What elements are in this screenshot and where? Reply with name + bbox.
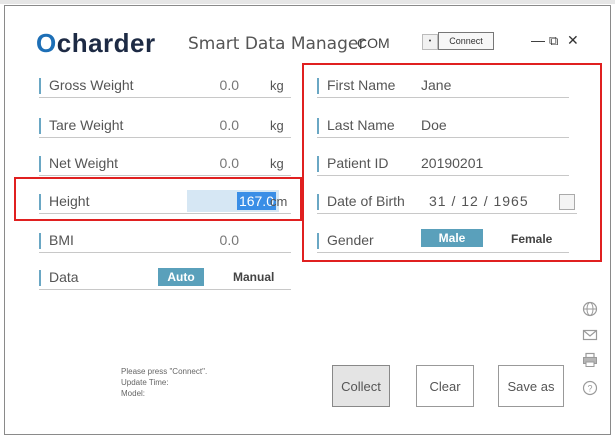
- gross-weight-row: Gross Weight 0.0 kg: [39, 74, 291, 98]
- row-accent-bar: [39, 233, 41, 249]
- row-accent-bar: [39, 118, 41, 134]
- save-as-button[interactable]: Save as: [498, 365, 564, 407]
- logo-text: charder: [56, 28, 156, 58]
- status-line-connect: Please press "Connect".: [121, 367, 208, 376]
- globe-icon[interactable]: [582, 301, 598, 317]
- bmi-value: 0.0: [219, 232, 239, 248]
- data-mode-label: Data: [49, 269, 79, 285]
- tare-weight-label: Tare Weight: [49, 117, 124, 133]
- collect-button[interactable]: Collect: [332, 365, 390, 407]
- connect-button[interactable]: Connect: [438, 32, 494, 50]
- close-button[interactable]: ✕: [567, 32, 579, 49]
- printer-icon[interactable]: [582, 352, 598, 368]
- tare-weight-row: Tare Weight 0.0 kg: [39, 114, 291, 138]
- status-line-update-time: Update Time:: [121, 378, 169, 387]
- restore-button[interactable]: ⧉: [549, 33, 558, 49]
- gross-weight-unit: kg: [270, 78, 284, 93]
- mail-icon[interactable]: [582, 327, 598, 343]
- auto-toggle[interactable]: Auto: [158, 268, 204, 286]
- charder-logo: Ocharder: [36, 29, 156, 57]
- gross-weight-value: 0.0: [219, 77, 239, 93]
- net-weight-value: 0.0: [219, 155, 239, 171]
- status-line-model: Model:: [121, 389, 146, 398]
- logo-o: O: [36, 28, 57, 58]
- clear-button[interactable]: Clear: [416, 365, 474, 407]
- row-accent-bar: [39, 270, 41, 286]
- svg-text:?: ?: [587, 384, 592, 394]
- patient-info-highlight-box: [302, 63, 602, 262]
- bmi-row: BMI 0.0: [39, 229, 291, 253]
- app-title: Smart Data Manager: [188, 34, 366, 54]
- window-top-strip: [0, 0, 615, 4]
- bmi-label: BMI: [49, 232, 74, 248]
- net-weight-row: Net Weight 0.0 kg: [39, 152, 291, 176]
- height-highlight-box: [14, 177, 302, 221]
- com-port-dropdown[interactable]: •: [422, 34, 438, 50]
- tare-weight-value: 0.0: [219, 117, 239, 133]
- status-text: Please press "Connect". Update Time: Mod…: [121, 366, 207, 399]
- tare-weight-unit: kg: [270, 118, 284, 133]
- row-accent-bar: [39, 156, 41, 172]
- help-icon[interactable]: ?: [582, 380, 598, 396]
- com-port-label: COM: [357, 35, 390, 51]
- manual-toggle[interactable]: Manual: [233, 270, 274, 284]
- net-weight-label: Net Weight: [49, 155, 118, 171]
- minimize-button[interactable]: —: [531, 32, 545, 48]
- net-weight-unit: kg: [270, 156, 284, 171]
- data-mode-row: Data Auto Manual: [39, 266, 291, 290]
- gross-weight-label: Gross Weight: [49, 77, 134, 93]
- row-accent-bar: [39, 78, 41, 94]
